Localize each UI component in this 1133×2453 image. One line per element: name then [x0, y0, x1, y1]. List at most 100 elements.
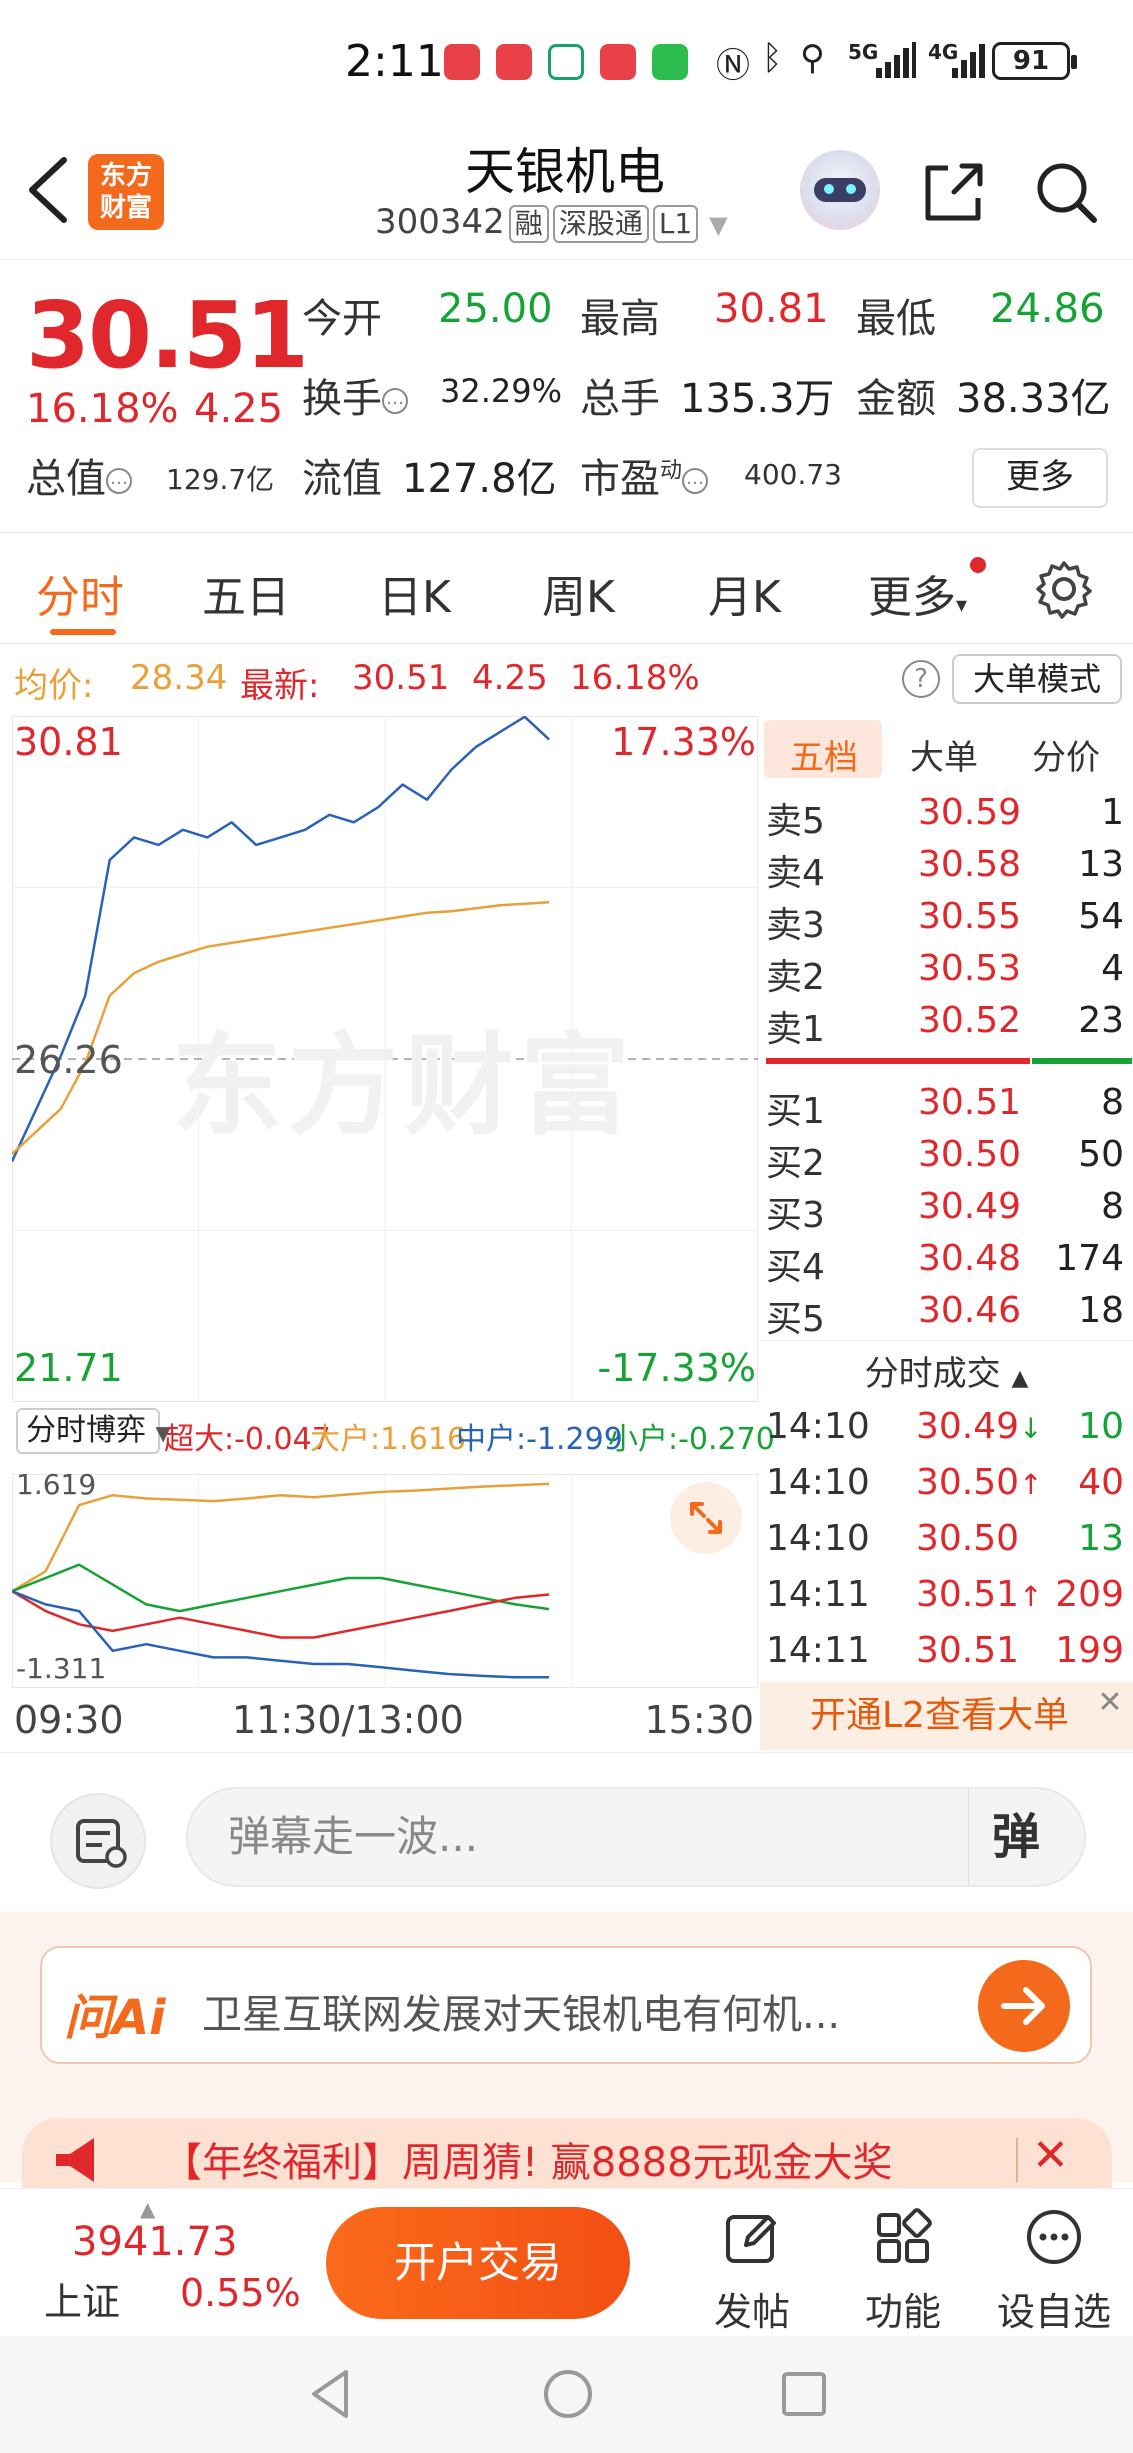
- indicator-select[interactable]: 分时博弈 ▼: [16, 1408, 171, 1454]
- y-axis-top: 30.81: [14, 720, 123, 764]
- edit-icon: [726, 2215, 776, 2263]
- nav-home-icon[interactable]: [540, 2366, 596, 2422]
- tick-row: 14:10 30.50↑ 40: [766, 1462, 1124, 1503]
- huawei-store-icon: [444, 44, 480, 80]
- ask-row: 卖5 30.59 1: [766, 792, 1124, 842]
- share-icon[interactable]: [918, 156, 990, 228]
- tick-row: 14:10 30.50 13: [766, 1518, 1124, 1559]
- stock-code-row[interactable]: 300342 融深股通 L1 ▼: [375, 202, 728, 243]
- bid-row: 买3 30.49 8: [766, 1186, 1124, 1236]
- latest-change: 4.25: [472, 658, 548, 698]
- float-cap-label: 流值: [302, 456, 382, 502]
- tab-five-day[interactable]: 五日: [202, 561, 290, 625]
- bid-row: 买1 30.51 8: [766, 1082, 1124, 1132]
- change-amount: 4.25: [194, 386, 284, 432]
- tab-big-orders[interactable]: 大单: [910, 730, 978, 779]
- tab-intraday[interactable]: 分时: [36, 561, 124, 625]
- tick-row: 14:11 30.51↑ 209: [766, 1574, 1124, 1615]
- bid-ask-ratio-bar: [766, 1058, 1132, 1064]
- subchart-grid: [12, 1474, 758, 1688]
- connect-tag: 深股通: [552, 205, 649, 243]
- tab-more[interactable]: 更多▾: [868, 561, 967, 625]
- bid-row: 买2 30.50 50: [766, 1134, 1124, 1184]
- help-icon[interactable]: ?: [902, 660, 940, 698]
- danmaku-placeholder: 弹幕走一波...: [228, 1812, 479, 1861]
- search-icon[interactable]: [1030, 156, 1102, 228]
- nav-post[interactable]: 发帖: [692, 2189, 812, 2337]
- stock-header: 东方 财富 天银机电 300342 融深股通 L1 ▼: [0, 120, 1133, 260]
- signal-icon: [952, 44, 985, 78]
- promo-banner[interactable]: 【年终福利】周周猜! 赢8888元现金大奖 ✕: [22, 2118, 1112, 2188]
- danmaku-toggle[interactable]: 弹: [992, 1789, 1040, 1885]
- market-cap-value: 129.7亿: [166, 463, 275, 496]
- network-5g-label: 5G: [848, 40, 879, 64]
- location-icon: ⚲: [800, 38, 825, 78]
- super-large-value: 超大:-0.047: [164, 1422, 331, 1457]
- high-label: 最高: [580, 296, 660, 342]
- brand-logo-line1: 东方: [99, 161, 152, 191]
- info-icon[interactable]: …: [106, 468, 132, 494]
- expand-icon[interactable]: [670, 1482, 742, 1554]
- bluetooth-icon: ᛒ: [762, 38, 783, 78]
- danmaku-settings-button[interactable]: [50, 1793, 146, 1889]
- chart-canvas: [12, 716, 758, 1688]
- index-name[interactable]: 上证: [44, 2271, 120, 2326]
- open-value: 25.00: [438, 286, 553, 332]
- battery-indicator: 91: [992, 42, 1077, 80]
- arrow-right-icon: [1001, 1987, 1045, 2025]
- last-price: 30.51: [26, 282, 309, 389]
- ai-question-box[interactable]: 问Ai 卫星互联网发展对天银机电有何机...: [40, 1946, 1092, 2064]
- more-button[interactable]: 更多: [972, 448, 1108, 508]
- latest-value: 30.51: [352, 658, 450, 698]
- danmaku-input[interactable]: 弹幕走一波... 弹: [186, 1787, 1086, 1887]
- ticks-title[interactable]: 分时成交 ▲: [760, 1346, 1133, 1395]
- intraday-chart[interactable]: 东方财富 30.81 17.33% 26.26 21.71 -17.33% 分时…: [12, 716, 775, 1752]
- tab-weekly-k[interactable]: 周K: [542, 561, 615, 625]
- huawei-store-icon: [496, 44, 532, 80]
- ask-row: 卖3 30.55 54: [766, 896, 1124, 946]
- brand-logo[interactable]: 东方 财富: [88, 154, 164, 230]
- ai-assistant-avatar[interactable]: [800, 150, 880, 230]
- order-book-panel: 五档 大单 分价 卖5 30.59 1 卖4 30.58 13 卖3 30.55 54 卖2…: [760, 716, 1133, 1752]
- index-value[interactable]: 3941.73: [72, 2219, 237, 2265]
- tick-row: 14:10 30.49↓ 10: [766, 1406, 1124, 1447]
- system-navigation-bar: [0, 2336, 1133, 2453]
- gear-icon[interactable]: [1034, 559, 1094, 619]
- tab-price-split[interactable]: 分价: [1032, 730, 1100, 779]
- float-cap-value: 127.8亿: [402, 456, 557, 502]
- nav-back-icon[interactable]: [306, 2366, 354, 2422]
- more-dots-icon: [1027, 2210, 1081, 2264]
- pe-sup: 动: [660, 458, 683, 484]
- volume-value: 135.3万: [680, 376, 835, 422]
- order-book-tabs: 五档 大单 分价: [760, 716, 1133, 782]
- pe-label: 市盈动…: [580, 446, 709, 504]
- notification-dot: [970, 557, 986, 573]
- ai-logo: 问Ai: [64, 1990, 166, 2046]
- tab-five-levels[interactable]: 五档: [790, 730, 858, 779]
- nfc-icon: Ⓝ: [716, 46, 750, 86]
- tab-daily-k[interactable]: 日K: [378, 561, 451, 625]
- big-order-mode-button[interactable]: 大单模式: [952, 654, 1122, 704]
- nav-post-label: 发帖: [713, 2290, 790, 2334]
- divider: [1016, 2138, 1018, 2182]
- time-start: 09:30: [14, 1698, 124, 1742]
- subchart-series: [12, 1482, 550, 1679]
- subchart-top: 1.619: [16, 1468, 97, 1501]
- close-icon[interactable]: ✕: [1093, 1688, 1127, 1722]
- nav-functions[interactable]: 功能: [843, 2189, 963, 2337]
- chevron-down-icon: ▾: [956, 593, 968, 618]
- nav-recents-icon[interactable]: [778, 2368, 830, 2420]
- info-icon[interactable]: …: [382, 388, 408, 414]
- tab-monthly-k[interactable]: 月K: [708, 561, 781, 625]
- ai-submit-button[interactable]: [978, 1960, 1070, 2052]
- l2-upgrade-banner[interactable]: 开通L2查看大单 ✕: [760, 1682, 1133, 1750]
- open-account-trade-button[interactable]: 开户交易: [326, 2207, 630, 2319]
- nav-watchlist[interactable]: 设自选: [994, 2189, 1114, 2337]
- open-label: 今开: [302, 296, 382, 342]
- close-icon[interactable]: ✕: [1032, 2130, 1069, 2181]
- wechat-icon: [652, 44, 688, 80]
- info-icon[interactable]: …: [682, 468, 709, 494]
- low-value: 24.86: [990, 286, 1105, 332]
- back-button[interactable]: [20, 150, 80, 230]
- index-percent[interactable]: 0.55%: [180, 2271, 301, 2315]
